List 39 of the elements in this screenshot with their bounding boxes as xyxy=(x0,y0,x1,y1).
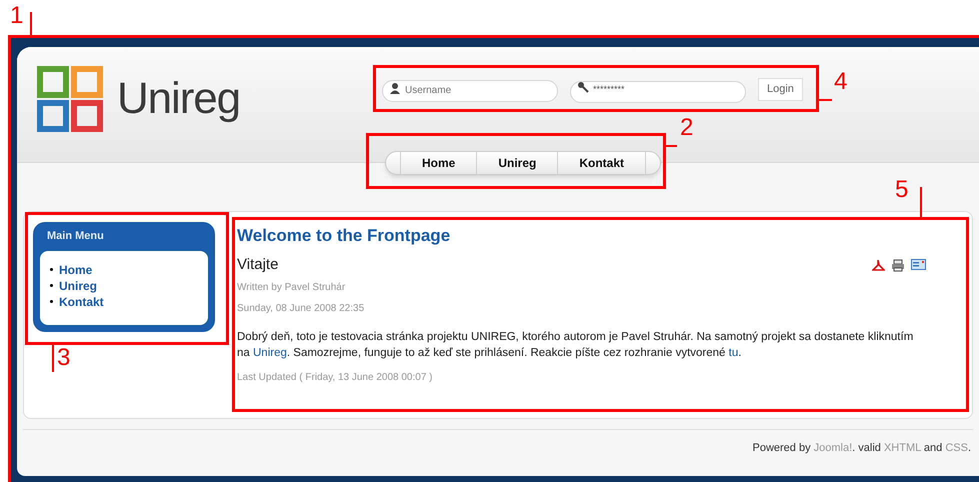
key-icon xyxy=(577,81,589,93)
logo-text: Unireg xyxy=(117,77,240,121)
leader-line xyxy=(665,145,677,147)
nav-item[interactable]: Home xyxy=(400,152,476,174)
annotation-label: 5 xyxy=(895,178,908,202)
annotation-label: 3 xyxy=(57,346,70,370)
leader-line xyxy=(920,187,922,218)
logo-icon xyxy=(37,66,103,132)
nav-item[interactable]: Kontakt xyxy=(557,152,646,174)
annotation-label: 2 xyxy=(680,116,694,140)
annotation-label: 1 xyxy=(10,4,24,28)
bullet-icon xyxy=(50,300,53,303)
user-icon xyxy=(389,82,401,94)
menu-link[interactable]: Kontakt xyxy=(59,294,104,310)
author: Written by Pavel Struhár xyxy=(237,280,346,294)
menu-link[interactable]: Home xyxy=(59,262,92,278)
printer-icon[interactable] xyxy=(891,258,905,272)
last-updated: Last Updated ( Friday, 13 June 2008 00:07 ) xyxy=(237,370,434,384)
date: Sunday, 08 June 2008 22:35 xyxy=(237,302,366,316)
password-field[interactable]: ********* xyxy=(570,81,746,103)
leader-line xyxy=(818,99,832,101)
bullet-icon xyxy=(50,268,53,271)
pdf-icon[interactable] xyxy=(872,258,885,272)
bullet-icon xyxy=(50,284,53,287)
article-title: Vitajte xyxy=(237,255,278,275)
email-icon[interactable] xyxy=(911,258,926,270)
nav-item[interactable]: Unireg xyxy=(476,152,558,174)
leader-line xyxy=(30,12,32,36)
link[interactable]: Unireg xyxy=(253,346,287,358)
link[interactable]: tu xyxy=(728,346,738,358)
footer-text: Powered by Joomla!. valid XHTML and CSS. xyxy=(752,441,971,456)
login-button[interactable]: Login xyxy=(758,78,803,101)
menu-title: Main Menu xyxy=(46,229,105,244)
menu-link[interactable]: Unireg xyxy=(59,278,98,294)
username-field[interactable]: Username xyxy=(382,80,558,102)
leader-line xyxy=(52,344,54,372)
annotation-label: 4 xyxy=(834,70,848,94)
article-text: Dobrý deň, toto je testovacia stránka projektu UNIREG, ktorého autorom je Pavel Struhár. Na samotný projekt sa dostanete kliknutím na Unireg. Samozrejme, funguje to až keď ste prihlásení. Reakcie píšte cez rozhranie vytvorené tu. xyxy=(237,330,914,360)
page-title: Welcome to the Frontpage xyxy=(237,226,452,246)
